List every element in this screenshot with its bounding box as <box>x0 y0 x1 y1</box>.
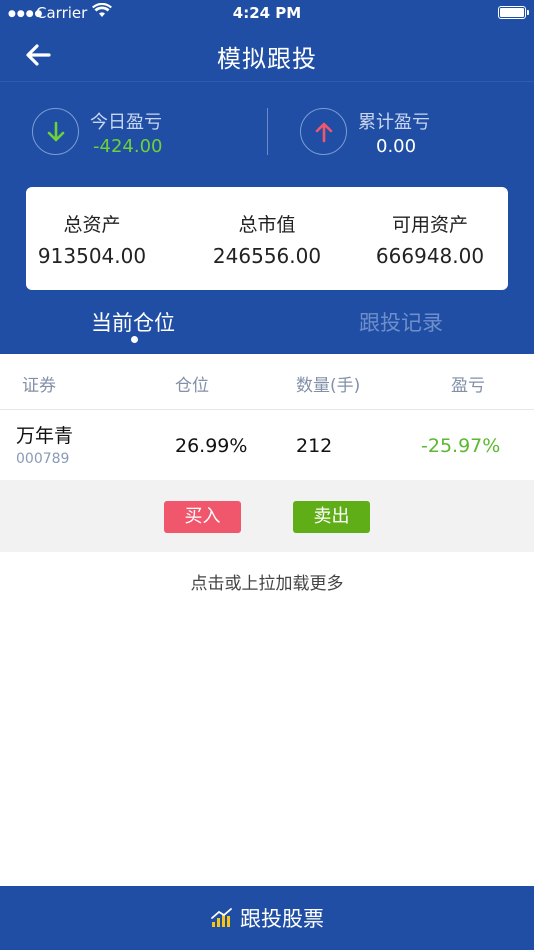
today-profit-label: 今日盈亏 <box>90 112 162 133</box>
nav-bar: 模拟跟投 <box>0 28 534 82</box>
stock-name: 万年青 <box>16 425 74 447</box>
follow-stock-label: 跟投股票 <box>240 907 324 931</box>
total-profit: 累计盈亏 0.00 <box>300 108 500 158</box>
status-bar: ●●●● Carrier 4:24 PM <box>0 0 534 28</box>
today-profit-value: -424.00 <box>93 136 163 157</box>
total-profit-value: 0.00 <box>376 136 417 157</box>
asset-label: 总资产 <box>63 214 121 236</box>
column-header-position: 仓位 <box>175 376 209 396</box>
asset-value: 913504.00 <box>37 244 147 268</box>
page-title: 模拟跟投 <box>217 45 317 73</box>
tab-follow-record[interactable]: 跟投记录 <box>359 307 443 337</box>
table-header: 证券 仓位 数量(手) 盈亏 <box>0 354 534 410</box>
battery-icon <box>498 6 529 19</box>
row-actions: 买入 卖出 <box>0 480 534 552</box>
column-header-security: 证券 <box>22 376 56 396</box>
today-profit: 今日盈亏 -424.00 <box>32 108 232 158</box>
position-value: 26.99% <box>175 435 248 457</box>
divider <box>267 108 268 155</box>
column-header-pl: 盈亏 <box>451 376 485 396</box>
sell-button[interactable]: 卖出 <box>293 501 370 533</box>
asset-value: 666948.00 <box>375 244 485 268</box>
buy-button[interactable]: 买入 <box>164 501 241 533</box>
asset-label: 可用资产 <box>391 214 468 236</box>
asset-available: 可用资产 666948.00 <box>350 187 510 290</box>
asset-summary-card: 总资产 913504.00 总市值 246556.00 可用资产 666948.… <box>26 187 508 290</box>
active-tab-indicator <box>131 336 138 343</box>
asset-total: 总资产 913504.00 <box>12 187 172 290</box>
asset-label: 总市值 <box>238 214 296 236</box>
clock: 4:24 PM <box>232 4 302 22</box>
chart-bars-icon <box>211 908 232 927</box>
asset-market-value: 总市值 246556.00 <box>187 187 347 290</box>
column-header-quantity: 数量(手) <box>296 376 361 396</box>
stock-code: 000789 <box>16 451 70 467</box>
table-row[interactable]: 万年青 000789 26.99% 212 -25.97% <box>0 410 534 480</box>
asset-value: 246556.00 <box>212 244 322 268</box>
total-profit-label: 累计盈亏 <box>358 112 430 133</box>
arrow-down-icon <box>32 108 79 155</box>
follow-stock-button[interactable]: 跟投股票 <box>0 886 534 950</box>
arrow-up-icon <box>300 108 347 155</box>
header-panel: ●●●● Carrier 4:24 PM 模拟跟投 今日盈亏 -424.00 累… <box>0 0 534 354</box>
tab-current-position[interactable]: 当前仓位 <box>91 307 175 337</box>
load-more-link[interactable]: 点击或上拉加载更多 <box>0 569 534 594</box>
pl-value: -25.97% <box>421 435 501 457</box>
quantity-value: 212 <box>296 435 333 457</box>
